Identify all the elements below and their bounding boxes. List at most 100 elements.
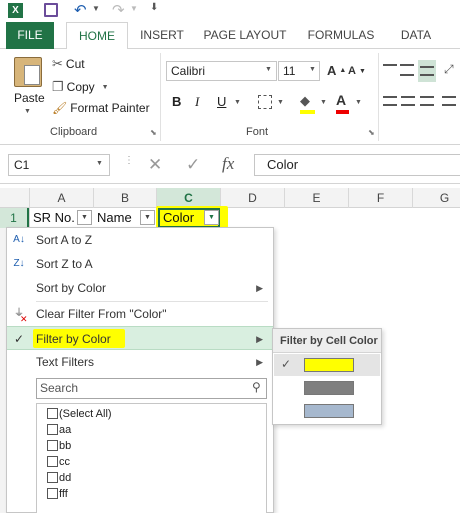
align-top-icon[interactable]: [383, 64, 397, 76]
formula-bar-grip-icon[interactable]: ⋮: [124, 156, 134, 166]
tab-insert[interactable]: INSERT: [134, 22, 190, 49]
list-item[interactable]: (Select All): [47, 406, 112, 422]
font-name-dropdown[interactable]: Calibri: [166, 61, 277, 81]
align-center-icon[interactable]: [401, 96, 415, 106]
insert-function-icon[interactable]: fx: [222, 154, 234, 174]
cut-button[interactable]: ✂ Cut: [52, 56, 85, 72]
customize-icon[interactable]: ⬇: [150, 2, 158, 13]
formula-bar: C1 ▼ ⋮ ✕ ✓ fx Color: [0, 148, 460, 184]
undo-dropdown-icon[interactable]: ▼: [92, 4, 100, 13]
column-header-g[interactable]: G: [413, 188, 460, 208]
submenu-title: Filter by Cell Color: [273, 329, 381, 353]
formula-input[interactable]: Color: [254, 154, 460, 176]
copy-icon: ❐: [52, 79, 64, 94]
list-item[interactable]: aa: [47, 422, 71, 438]
tab-file[interactable]: FILE: [6, 22, 54, 49]
filter-dropdown-a1[interactable]: ▼: [77, 210, 92, 225]
checkbox[interactable]: [47, 408, 58, 419]
font-color-icon[interactable]: A: [336, 92, 349, 114]
paste-dropdown-icon[interactable]: ▼: [24, 108, 31, 115]
ribbon-separator: [378, 53, 379, 141]
check-icon: ✓: [13, 332, 25, 346]
ribbon-separator: [160, 53, 161, 141]
menu-clear-filter[interactable]: ⏚ ✕ Clear Filter From "Color": [7, 302, 273, 326]
borders-icon[interactable]: [258, 95, 272, 109]
align-middle-icon[interactable]: [400, 64, 414, 76]
list-item[interactable]: cc: [47, 454, 70, 470]
name-box[interactable]: C1: [8, 154, 110, 176]
tab-formulas[interactable]: FORMULAS: [302, 22, 380, 49]
undo-icon[interactable]: ↶: [74, 1, 87, 19]
filter-value-list: (Select All) aa bb cc dd fff: [36, 403, 267, 513]
fill-color-dropdown-icon[interactable]: ▼: [320, 99, 327, 106]
color-swatch-blue-gray: [304, 404, 354, 418]
column-header-c[interactable]: C: [157, 188, 221, 208]
font-color-dropdown-icon[interactable]: ▼: [355, 99, 362, 106]
name-box-dropdown-icon[interactable]: ▼: [96, 160, 103, 167]
color-option-row[interactable]: [274, 377, 380, 399]
checkbox[interactable]: [47, 488, 58, 499]
cancel-icon[interactable]: ✕: [148, 155, 162, 175]
tab-data[interactable]: DATA: [388, 22, 444, 49]
bold-button[interactable]: B: [172, 94, 181, 109]
menu-sort-a-to-z[interactable]: A↓ Sort A to Z: [7, 228, 273, 252]
align-left-icon[interactable]: [383, 96, 397, 106]
enter-icon[interactable]: ✓: [186, 155, 200, 175]
fill-color-icon[interactable]: ◆: [300, 93, 315, 114]
menu-text-filters[interactable]: Text Filters ▶: [7, 350, 273, 374]
search-icon: ⚲: [252, 380, 261, 394]
filter-search-input[interactable]: Search: [36, 378, 267, 399]
redo-dropdown-icon[interactable]: ▼: [130, 4, 138, 13]
filter-active-icon[interactable]: ▼: [204, 210, 219, 225]
filter-dropdown-b1[interactable]: ▼: [140, 210, 155, 225]
indent-icon[interactable]: [442, 96, 456, 106]
sort-az-icon: A↓: [13, 234, 25, 245]
borders-dropdown-icon[interactable]: ▼: [277, 99, 284, 106]
decrease-font-button[interactable]: A ▼: [348, 65, 366, 77]
submenu-arrow-icon: ▶: [256, 283, 263, 293]
tab-page-layout[interactable]: PAGE LAYOUT: [196, 22, 294, 49]
list-item[interactable]: fff: [47, 486, 68, 502]
clipboard-launcher-icon[interactable]: ⬊: [150, 128, 157, 137]
column-header-f[interactable]: F: [349, 188, 413, 208]
redo-icon[interactable]: ↷: [112, 1, 125, 19]
column-header-a[interactable]: A: [30, 188, 94, 208]
increase-font-button[interactable]: A ▲: [327, 63, 346, 78]
tab-home[interactable]: HOME: [66, 22, 128, 50]
checkbox[interactable]: [47, 472, 58, 483]
menu-sort-z-to-a[interactable]: Z↓ Sort Z to A: [7, 252, 273, 276]
menu-sort-by-color[interactable]: Sort by Color ▶: [7, 276, 273, 300]
list-item[interactable]: dd: [47, 470, 71, 486]
align-bottom-icon[interactable]: [418, 60, 436, 82]
scissors-icon: ✂: [52, 56, 63, 71]
font-launcher-icon[interactable]: ⬊: [368, 128, 375, 137]
copy-button[interactable]: ❐ Copy ▼: [52, 79, 109, 95]
paste-button[interactable]: Paste: [14, 91, 45, 105]
copy-dropdown-icon[interactable]: ▼: [102, 84, 109, 91]
checkbox[interactable]: [47, 456, 58, 467]
font-name-dropdown-icon[interactable]: ▼: [265, 66, 272, 73]
color-option-row[interactable]: ✓: [274, 354, 380, 376]
format-painter-button[interactable]: 🖌 Format Painter: [52, 101, 150, 115]
color-option-row[interactable]: [274, 400, 380, 422]
text-filters-label: Text Filters: [36, 355, 95, 369]
save-icon[interactable]: [44, 3, 58, 17]
select-all-corner[interactable]: [0, 188, 30, 208]
filter-by-color-label: Filter by Color: [36, 332, 111, 346]
list-item-label: bb: [59, 440, 72, 452]
column-header-d[interactable]: D: [221, 188, 285, 208]
italic-button[interactable]: I: [195, 94, 199, 110]
column-header-e[interactable]: E: [285, 188, 349, 208]
checkbox[interactable]: [47, 440, 58, 451]
column-header-b[interactable]: B: [94, 188, 157, 208]
copy-label: Copy: [66, 80, 95, 94]
list-item[interactable]: bb: [47, 438, 72, 454]
orientation-icon[interactable]: ⤢: [444, 62, 454, 77]
underline-button[interactable]: U: [217, 94, 226, 109]
checkbox[interactable]: [47, 424, 58, 435]
row-header-1[interactable]: 1: [0, 208, 29, 228]
align-right-icon[interactable]: [420, 96, 434, 106]
underline-dropdown-icon[interactable]: ▼: [234, 99, 241, 106]
menu-filter-by-color[interactable]: ✓ Filter by Color ▶: [7, 326, 273, 350]
font-size-dropdown-icon[interactable]: ▼: [309, 66, 316, 73]
